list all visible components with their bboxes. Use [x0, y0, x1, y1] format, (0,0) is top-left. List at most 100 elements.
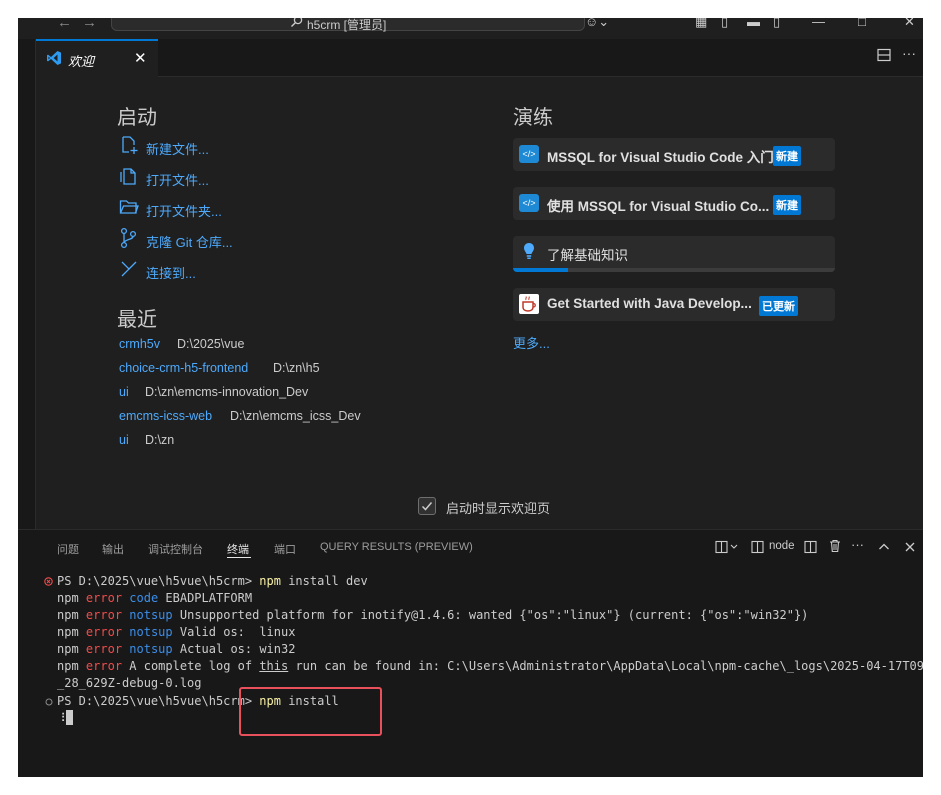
terminal-error-tag: error: [85, 608, 123, 622]
recent-item-path: D:\2025\vue: [177, 337, 245, 351]
walkthrough-card-fundamentals[interactable]: 了解基础知识: [513, 236, 835, 272]
copilot-icon[interactable]: ☺⌄: [585, 18, 609, 30]
search-icon: [290, 18, 303, 28]
terminal-text: Valid os: linux: [172, 625, 296, 639]
tab-query-results[interactable]: QUERY RESULTS (PREVIEW): [320, 541, 473, 553]
mssql-icon: </>: [519, 194, 539, 212]
kill-terminal-icon[interactable]: [828, 539, 842, 553]
walkthrough-title: MSSQL for Visual Studio Code 入门: [547, 150, 774, 165]
new-badge: 新建: [773, 195, 801, 215]
open-file-link[interactable]: 打开文件...: [146, 170, 209, 189]
terminal-text: A complete log of: [122, 659, 260, 673]
terminal-error-tag: error: [85, 625, 123, 639]
terminal-name[interactable]: node: [769, 540, 795, 552]
terminal-line: _28_629Z-debug-0.log: [57, 675, 202, 692]
java-coffee-icon: [519, 294, 539, 314]
show-on-startup-checkbox[interactable]: [418, 497, 436, 515]
highlight-box: [239, 687, 382, 736]
more-actions-icon[interactable]: ···: [902, 45, 916, 61]
terminal-command: npm: [259, 574, 281, 588]
walkthrough-card-mssql-intro[interactable]: </> MSSQL for Visual Studio Code 入门 新建: [513, 138, 835, 171]
new-file-icon: [119, 135, 139, 155]
lightbulb-icon: [523, 242, 535, 260]
source-control-icon: [120, 227, 138, 249]
terminal-text: npm: [57, 642, 79, 656]
terminal-line: ⠸: [57, 710, 73, 727]
terminal-error-tag: error: [85, 642, 123, 656]
terminal-text: EBADPLATFORM: [158, 591, 253, 605]
terminal-text: npm: [57, 659, 79, 673]
recent-item-path: D:\zn\emcms_icss_Dev: [230, 409, 361, 423]
more-panel-actions-icon[interactable]: ···: [851, 537, 864, 552]
recent-item-name[interactable]: crmh5v: [119, 337, 160, 351]
maximize-icon[interactable]: □: [858, 18, 866, 29]
recent-item-name[interactable]: emcms-icss-web: [119, 409, 212, 423]
recent-item-name[interactable]: ui: [119, 385, 129, 399]
terminal-command-args: install dev: [280, 574, 368, 588]
command-center-label: h5crm [管理员]: [307, 18, 387, 32]
recent-item-path: D:\zn: [145, 433, 175, 447]
terminal-spinner: ⠸: [57, 711, 66, 725]
terminal-text: npm: [57, 608, 79, 622]
close-panel-icon[interactable]: [904, 541, 916, 553]
new-file-link[interactable]: 新建文件...: [146, 139, 209, 158]
back-arrow-icon[interactable]: ←: [57, 18, 72, 30]
walkthroughs-heading: 演练: [513, 107, 553, 129]
toggle-secondary-sidebar-icon[interactable]: ▯: [773, 18, 780, 30]
forward-arrow-icon[interactable]: →: [82, 18, 97, 30]
close-tab-icon[interactable]: ✕: [134, 49, 147, 67]
split-editor-icon[interactable]: [877, 48, 891, 62]
close-window-icon[interactable]: ✕: [904, 18, 915, 30]
recent-item-path: D:\zn\emcms-innovation_Dev: [145, 385, 309, 399]
recent-item-path: D:\zn\h5: [273, 361, 320, 375]
terminal-error-tag: error: [85, 591, 123, 605]
walkthrough-title: 使用 MSSQL for Visual Studio Co...: [547, 199, 770, 214]
tab-terminal[interactable]: 终端: [227, 541, 249, 557]
maximize-panel-icon[interactable]: [878, 541, 890, 553]
command-decoration-icon[interactable]: [45, 698, 53, 706]
tab-ports[interactable]: 端口: [274, 541, 296, 557]
updated-badge: 已更新: [759, 296, 798, 316]
walkthrough-card-mssql-use[interactable]: </> 使用 MSSQL for Visual Studio Co... 新建: [513, 187, 835, 220]
tab-debug-console[interactable]: 调试控制台: [148, 541, 203, 557]
terminal-keyword: notsup: [129, 642, 173, 656]
activity-strip: [18, 39, 36, 529]
terminal-cursor: [65, 710, 73, 725]
customize-layout-icon[interactable]: ▦: [695, 18, 707, 30]
show-on-startup-label: 启动时显示欢迎页: [446, 501, 551, 516]
minimize-icon[interactable]: —: [812, 18, 825, 29]
recent-heading: 最近: [117, 309, 157, 331]
terminal-line: npm error notsup Actual os: win32: [57, 641, 295, 658]
active-tab-underline: [227, 557, 251, 558]
terminal-line: npm error notsup Valid os: linux: [57, 624, 295, 641]
connect-to-link[interactable]: 连接到...: [146, 263, 196, 282]
tab-welcome[interactable]: 欢迎 ✕: [36, 39, 158, 77]
clone-git-link[interactable]: 克隆 Git 仓库...: [146, 232, 233, 251]
walkthrough-title: Get Started with Java Develop...: [547, 296, 752, 311]
terminal-text: _28_629Z-debug-0.log: [57, 676, 202, 690]
terminal-underlined-word: this: [259, 659, 289, 673]
toggle-panel-icon[interactable]: ▬: [747, 18, 760, 29]
terminal-instance-icon[interactable]: [751, 540, 765, 554]
open-file-icon: [119, 166, 139, 186]
tab-label: 欢迎: [68, 54, 95, 69]
terminal-keyword: notsup: [129, 608, 173, 622]
more-walkthroughs-link[interactable]: 更多...: [513, 333, 550, 352]
terminal-prompt: PS D:\2025\vue\h5vue\h5crm>: [57, 574, 260, 588]
error-decoration-icon[interactable]: [44, 577, 53, 586]
start-heading: 启动: [117, 107, 157, 129]
tab-problems[interactable]: 问题: [57, 541, 79, 557]
mssql-icon: </>: [519, 145, 539, 163]
walkthrough-title: 了解基础知识: [547, 248, 628, 263]
recent-item-name[interactable]: ui: [119, 433, 129, 447]
walkthrough-card-java[interactable]: Get Started with Java Develop... 已更新: [513, 288, 835, 321]
split-terminal-icon[interactable]: [804, 540, 818, 554]
walkthrough-progress-bar: [513, 268, 568, 272]
open-folder-link[interactable]: 打开文件夹...: [146, 201, 222, 220]
tab-output[interactable]: 输出: [102, 541, 124, 557]
terminal-line: npm error code EBADPLATFORM: [57, 590, 252, 607]
vscode-logo-icon: [46, 50, 62, 66]
toggle-sidebar-icon[interactable]: ▯: [721, 18, 728, 30]
new-terminal-split-icon[interactable]: [715, 540, 741, 554]
recent-item-name[interactable]: choice-crm-h5-frontend: [119, 361, 248, 375]
